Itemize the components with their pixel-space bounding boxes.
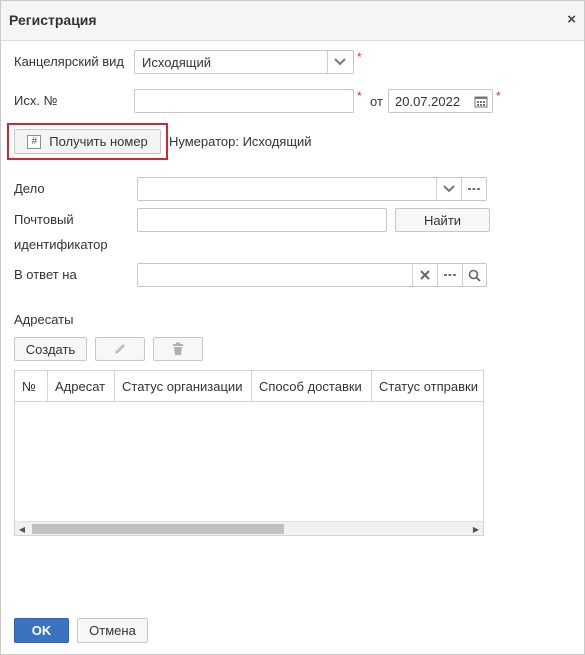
case-select[interactable] [137,177,487,201]
more-icon[interactable] [461,178,485,200]
cancel-button[interactable]: Отмена [77,618,148,643]
date-value: 20.07.2022 [395,94,461,109]
required-mark: * [357,50,362,64]
recipients-table: № Адресат Статус организации Способ дост… [14,370,484,536]
close-icon[interactable]: × [567,11,576,28]
required-mark: * [496,89,501,103]
find-button[interactable]: Найти [395,208,490,232]
horizontal-scrollbar[interactable]: ◀ ▶ [15,521,483,535]
postal-id-input[interactable] [137,208,387,232]
date-field[interactable]: 20.07.2022 [388,89,493,113]
get-number-label: Получить номер [49,134,148,149]
out-number-input[interactable] [134,89,354,113]
postal-id-label-line1: Почтовый [14,212,74,227]
scroll-right-icon[interactable]: ▶ [469,522,483,536]
dialog-titlebar: Регистрация × [1,1,584,41]
required-mark: * [357,89,362,103]
clear-icon[interactable] [412,264,436,286]
calendar-icon[interactable] [469,90,493,112]
pencil-icon [115,344,125,354]
get-number-button[interactable]: # Получить номер [14,129,161,154]
reply-to-field[interactable] [137,263,487,287]
trash-icon [173,342,183,355]
column-send-status[interactable]: Статус отправки [372,371,483,402]
case-label: Дело [14,181,45,196]
office-view-value: Исходящий [142,55,211,70]
edit-button[interactable] [95,337,145,361]
hash-icon: # [27,134,42,149]
search-icon[interactable] [462,264,486,286]
registration-dialog: Регистрация × Канцелярский вид Исходящий… [0,0,585,655]
column-delivery-method[interactable]: Способ доставки [252,371,372,402]
dialog-title: Регистрация [9,12,97,28]
recipients-label: Адресаты [14,312,74,327]
from-label: от [370,94,383,109]
reply-to-input[interactable] [138,264,410,286]
scroll-left-icon[interactable]: ◀ [15,522,29,536]
office-view-label: Канцелярский вид [14,54,125,69]
postal-id-text[interactable] [138,209,386,231]
delete-button[interactable] [153,337,203,361]
out-number-label: Исх. № [14,93,58,108]
table-header: № Адресат Статус организации Способ дост… [15,371,483,402]
more-icon[interactable] [437,264,461,286]
create-button[interactable]: Создать [14,337,87,361]
postal-id-label-line2: идентификатор [14,237,108,252]
scroll-thumb[interactable] [32,524,284,534]
column-org-status[interactable]: Статус организации [115,371,252,402]
ok-button[interactable]: OK [14,618,69,643]
column-number[interactable]: № [15,371,48,402]
case-input[interactable] [138,178,434,200]
out-number-text[interactable] [135,90,353,112]
numerator-text: Нумератор: Исходящий [169,134,312,149]
reply-to-label: В ответ на [14,267,77,282]
chevron-down-icon[interactable] [327,51,351,73]
column-recipient[interactable]: Адресат [48,371,115,402]
office-view-select[interactable]: Исходящий [134,50,354,74]
chevron-down-icon[interactable] [436,178,460,200]
